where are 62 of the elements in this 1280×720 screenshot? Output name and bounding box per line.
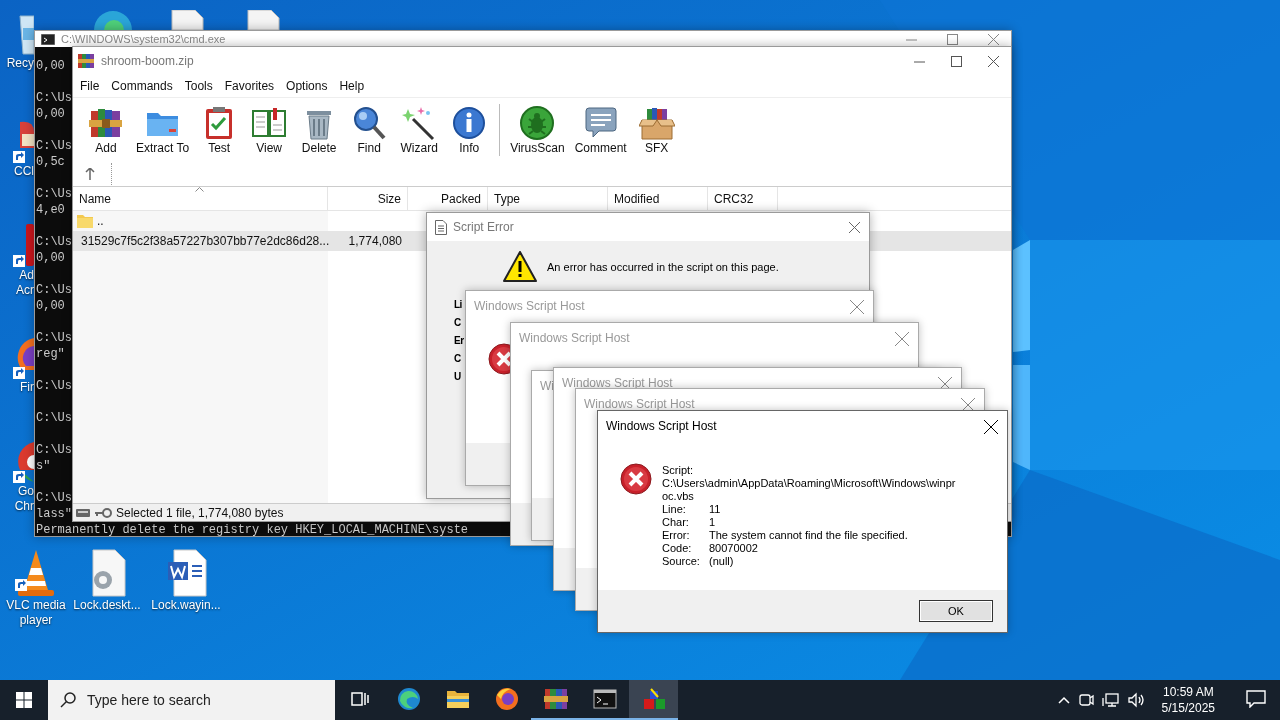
icon-label: VLC media player (6, 598, 66, 628)
console-line: s" (36, 458, 51, 474)
console-line: 0,5c (36, 154, 65, 170)
console-line: lass" (36, 506, 72, 522)
window-title: Wi (540, 378, 554, 395)
console-line: C:\Us (36, 234, 72, 250)
console-line: C:\Us (36, 186, 72, 202)
icon-label: Lock.wayin... (151, 598, 221, 613)
console-line: C:\Us (36, 442, 72, 458)
console-line: C:\Us (36, 330, 72, 346)
console-line: reg" (36, 346, 65, 362)
console-line: C:\Us (36, 378, 72, 394)
window-title: shroom-boom.zip (101, 53, 194, 70)
file-size: 1,774,080 (347, 233, 403, 250)
clock-date: 5/15/2025 (1161, 700, 1215, 716)
console-line: C:\Us (36, 138, 72, 154)
detail-label: Er (454, 334, 464, 348)
field-label: Line: (662, 503, 687, 516)
field-label: Error: (662, 529, 691, 542)
icon-label: Ad Acr (16, 268, 34, 298)
status-text: Selected 1 file, 1,774,080 bytes (116, 504, 284, 521)
console-line: C:\Us (36, 490, 72, 506)
field-label: Char: (662, 516, 690, 529)
icon-label: Recy (6, 56, 34, 71)
field-value: 80070002 (709, 542, 759, 555)
detail-label: C (454, 316, 461, 330)
window-title: Windows Script Host (474, 298, 585, 315)
icon-label: Lock.deskt... (73, 598, 141, 613)
window-title: C:\WINDOWS\system32\cmd.exe (61, 32, 226, 46)
console-line: C:\Us (36, 282, 72, 298)
error-message: An error has occurred in the script on this page. (547, 259, 779, 275)
script-path: C:\Users\admin\AppData\Roaming\Microsoft\Windows\winpr (662, 477, 956, 490)
field-label: Code: (662, 542, 693, 555)
icon-label: CCl (14, 164, 34, 179)
window-title: Windows Script Host (584, 396, 695, 413)
console-line: C:\Us (36, 410, 72, 426)
field-value: 11 (709, 503, 722, 516)
detail-label: C (454, 352, 461, 366)
field-value: 1 (709, 516, 717, 529)
window-title: Windows Script Host (562, 375, 673, 392)
file-name: .. (97, 213, 104, 230)
detail-label: U (454, 370, 461, 384)
window-title: Windows Script Host (606, 418, 717, 435)
window-title: Script Error (453, 219, 514, 236)
detail-label: Li (454, 298, 462, 312)
field-label: Source: (662, 555, 701, 568)
field-value: The system cannot find the file specified. (709, 529, 909, 542)
clock-time: 10:59 AM (1162, 684, 1214, 700)
window-title: Windows Script Host (519, 330, 630, 347)
field-value: (null) (709, 555, 735, 568)
script-path: oc.vbs (662, 490, 695, 503)
field-label: Script: (662, 464, 695, 477)
icon-label: Go Chr (14, 484, 34, 514)
console-line: 0,00 (36, 250, 65, 266)
console-line: 0,00 (36, 106, 65, 122)
console-line: Permanently delete the registry key HKEY_LOCAL_MACHINE\syste (36, 522, 469, 536)
console-line: C:\Us (36, 90, 72, 106)
console-line: 4,e0 (36, 202, 65, 218)
console-line: 0,00 (36, 298, 65, 314)
console-line: 0,00 (36, 58, 65, 74)
file-name: 31529c7f5c2f38a57227b307bb77e2dc86d28... (81, 233, 330, 250)
icon-label: Fir (20, 380, 34, 395)
